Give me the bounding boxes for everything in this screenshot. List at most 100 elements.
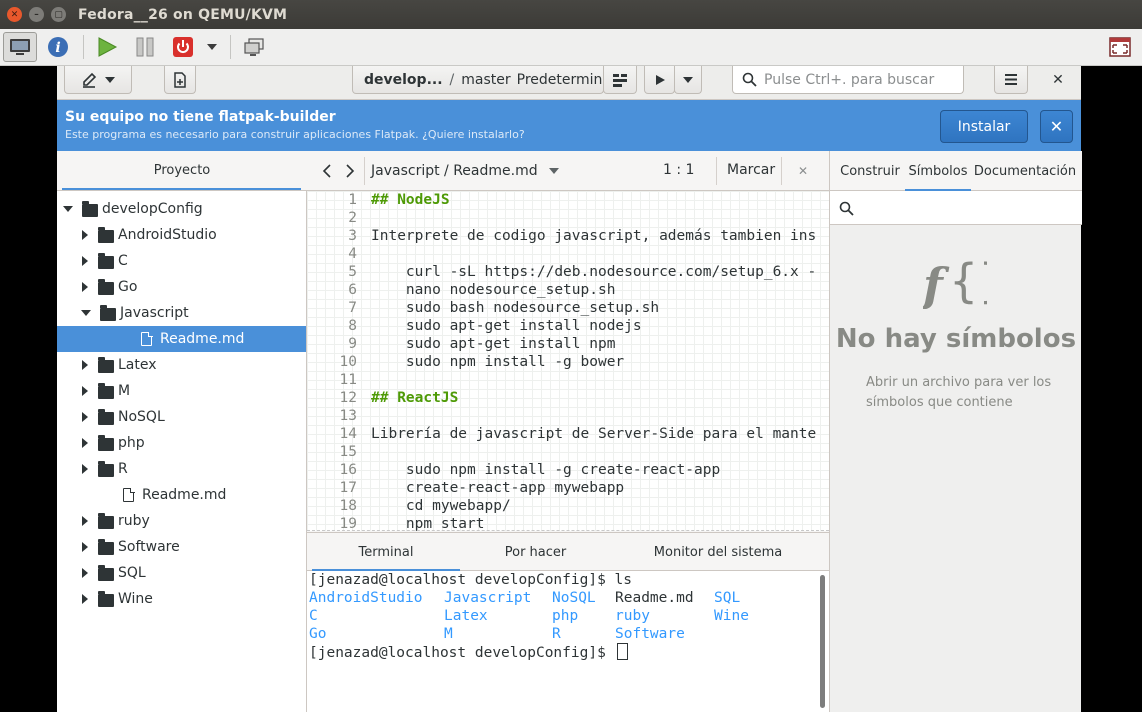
line-number: 4 bbox=[348, 246, 357, 262]
terminal-scrollbar[interactable] bbox=[820, 575, 825, 708]
search-icon bbox=[742, 72, 757, 87]
tree-folder-row[interactable]: NoSQL bbox=[57, 404, 306, 430]
code-line: 7 sudo bash nodesource_setup.sh bbox=[307, 299, 829, 317]
main-menu-button[interactable] bbox=[994, 66, 1028, 94]
expander-right-icon[interactable] bbox=[82, 594, 88, 604]
code-line: 14 Librería de javascript de Server-Side … bbox=[307, 425, 829, 443]
forward-button[interactable] bbox=[340, 161, 360, 181]
expander-right-icon[interactable] bbox=[82, 516, 88, 526]
terminal[interactable]: [jenazad@localhost developConfig]$ ls An… bbox=[307, 571, 829, 712]
tree-item-label: M bbox=[118, 383, 131, 399]
tree-folder-row[interactable]: Javascript bbox=[57, 300, 306, 326]
power-menu-button[interactable] bbox=[202, 32, 222, 62]
code-text: sudo npm install -g bower bbox=[371, 354, 625, 370]
code-heading: ## NodeJS bbox=[371, 192, 450, 208]
folder-icon bbox=[98, 226, 114, 243]
new-document-button[interactable] bbox=[164, 66, 196, 94]
details-button[interactable]: i bbox=[41, 32, 75, 62]
tree-item-label: developConfig bbox=[102, 201, 203, 217]
expander-down-icon[interactable] bbox=[63, 206, 73, 212]
right-sidebar: Construir Símbolos Documentación ƒ {} No… bbox=[829, 151, 1082, 712]
window-title: Fedora__26 on QEMU/KVM bbox=[78, 6, 288, 23]
tree-folder-row[interactable]: R bbox=[57, 456, 306, 482]
symbols-empty-subtitle: Abrir un archivo para ver los símbolos q… bbox=[866, 375, 1052, 410]
search-placeholder: Pulse Ctrl+. para buscar bbox=[764, 71, 935, 88]
ls-directory-entry: SQL bbox=[714, 590, 741, 606]
install-button[interactable]: Instalar bbox=[940, 110, 1028, 143]
tree-folder-row[interactable]: Go bbox=[57, 274, 306, 300]
symbols-search-entry[interactable] bbox=[830, 191, 1082, 225]
snapshots-button[interactable] bbox=[239, 32, 269, 62]
expander-right-icon[interactable] bbox=[82, 282, 88, 292]
close-document-button[interactable]: ✕ bbox=[793, 161, 813, 181]
expander-right-icon[interactable] bbox=[82, 230, 88, 240]
tree-folder-row[interactable]: C bbox=[57, 248, 306, 274]
terminal-line: [jenazad@localhost developConfig]$ ls bbox=[309, 572, 633, 588]
tab-symbols[interactable]: Símbolos bbox=[905, 151, 971, 191]
tab-project[interactable]: Proyecto bbox=[57, 151, 307, 191]
tree-folder-row[interactable]: php bbox=[57, 430, 306, 456]
expander-right-icon[interactable] bbox=[82, 568, 88, 578]
expander-right-icon[interactable] bbox=[82, 360, 88, 370]
tab-build[interactable]: Construir bbox=[833, 151, 907, 191]
branch-project: develop... bbox=[364, 71, 443, 88]
expander-right-icon[interactable] bbox=[82, 542, 88, 552]
window-minimize-button[interactable]: – bbox=[29, 7, 44, 22]
code-line: 10 sudo npm install -g bower bbox=[307, 353, 829, 371]
tab-active-indicator bbox=[62, 188, 301, 190]
tree-item-label: Latex bbox=[118, 357, 157, 373]
power-button[interactable] bbox=[168, 32, 198, 62]
code-text: sudo bash nodesource_setup.sh bbox=[371, 300, 660, 316]
tree-folder-row[interactable]: SQL bbox=[57, 560, 306, 586]
global-search-entry[interactable]: Pulse Ctrl+. para buscar bbox=[732, 66, 964, 94]
back-button[interactable] bbox=[317, 161, 337, 181]
run-button[interactable] bbox=[92, 32, 122, 62]
tree-folder-row[interactable]: M bbox=[57, 378, 306, 404]
tree-folder-row[interactable]: Latex bbox=[57, 352, 306, 378]
tree-folder-row[interactable]: Wine bbox=[57, 586, 306, 612]
window-close-button[interactable]: ✕ bbox=[1044, 66, 1072, 94]
tree-folder-row[interactable]: AndroidStudio bbox=[57, 222, 306, 248]
tree-folder-row[interactable]: ruby bbox=[57, 508, 306, 534]
code-text: create-react-app mywebapp bbox=[371, 480, 625, 496]
folder-icon bbox=[98, 382, 114, 399]
window-close-button[interactable]: ✕ bbox=[7, 7, 22, 22]
fullscreen-button[interactable] bbox=[1106, 32, 1134, 62]
tree-folder-row[interactable]: developConfig bbox=[57, 196, 306, 222]
expander-right-icon[interactable] bbox=[82, 464, 88, 474]
build-configuration-selector[interactable]: develop... / master Predetermina... bbox=[352, 66, 624, 94]
tab-system-monitor[interactable]: Monitor del sistema bbox=[638, 533, 798, 571]
tab-documentation[interactable]: Documentación bbox=[974, 151, 1076, 191]
tree-item-label: Software bbox=[118, 539, 180, 555]
window-maximize-button[interactable]: ▢ bbox=[51, 7, 66, 22]
expander-right-icon[interactable] bbox=[82, 256, 88, 266]
tree-file-row[interactable]: Readme.md bbox=[57, 482, 306, 508]
pause-button[interactable] bbox=[130, 32, 160, 62]
build-status-button[interactable] bbox=[603, 66, 637, 94]
ls-directory-entry: R bbox=[552, 626, 561, 642]
document-path-selector[interactable]: Javascript / Readme.md bbox=[371, 151, 559, 191]
infobar-close-button[interactable]: ✕ bbox=[1040, 110, 1073, 143]
tab-todo[interactable]: Por hacer bbox=[463, 533, 608, 571]
expander-right-icon[interactable] bbox=[82, 386, 88, 396]
expander-down-icon[interactable] bbox=[81, 310, 91, 316]
expander-right-icon[interactable] bbox=[82, 412, 88, 422]
line-number: 13 bbox=[339, 408, 357, 424]
code-editor[interactable]: 1 ## NodeJS 2 3 Interprete de codigo javascr… bbox=[307, 191, 829, 531]
run-menu-button[interactable] bbox=[674, 66, 702, 94]
edit-menu-button[interactable] bbox=[64, 66, 132, 94]
branch-name: master bbox=[461, 71, 511, 88]
mark-button[interactable]: Marcar bbox=[727, 162, 775, 178]
expander-right-icon[interactable] bbox=[82, 438, 88, 448]
line-number: 17 bbox=[339, 480, 357, 496]
folder-icon bbox=[82, 200, 98, 217]
terminal-cursor bbox=[616, 643, 628, 660]
console-view-button[interactable] bbox=[3, 32, 37, 62]
tab-terminal[interactable]: Terminal bbox=[312, 533, 460, 571]
tree-file-row[interactable]: Readme.md bbox=[57, 326, 306, 352]
snapshots-icon bbox=[244, 38, 264, 56]
run-project-button[interactable] bbox=[644, 66, 675, 94]
folder-icon bbox=[98, 512, 114, 529]
tree-folder-row[interactable]: Software bbox=[57, 534, 306, 560]
code-line: 5 curl -sL https://deb.nodesource.com/se… bbox=[307, 263, 829, 281]
